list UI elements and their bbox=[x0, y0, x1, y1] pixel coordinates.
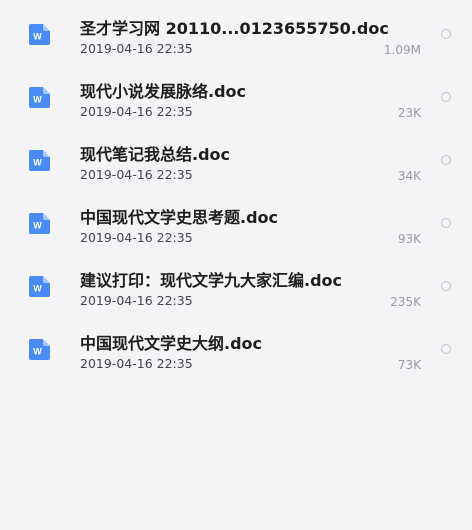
file-row[interactable]: W 中国现代文学史大纲.doc 2019-04-16 22:35 73K bbox=[0, 315, 472, 378]
file-name: 现代小说发展脉络.doc bbox=[80, 82, 247, 101]
file-size: 235K bbox=[390, 295, 421, 309]
select-radio[interactable] bbox=[441, 281, 451, 291]
file-name: 圣才学习网 20110...0123655750.doc bbox=[80, 19, 389, 38]
word-doc-icon-letter: W bbox=[33, 284, 42, 294]
word-doc-icon-letter: W bbox=[33, 95, 42, 105]
file-date: 2019-04-16 22:35 bbox=[80, 104, 193, 119]
file-name: 中国现代文学史大纲.doc bbox=[80, 334, 263, 353]
word-doc-icon: W bbox=[29, 24, 50, 45]
file-size: 93K bbox=[397, 232, 421, 246]
select-radio[interactable] bbox=[441, 218, 451, 228]
file-row[interactable]: W 现代笔记我总结.doc 2019-04-16 22:35 34K bbox=[0, 126, 472, 189]
file-row[interactable]: W 现代小说发展脉络.doc 2019-04-16 22:35 23K bbox=[0, 63, 472, 126]
select-radio[interactable] bbox=[441, 155, 451, 165]
file-date: 2019-04-16 22:35 bbox=[80, 167, 193, 182]
select-radio[interactable] bbox=[441, 344, 451, 354]
file-size: 1.09M bbox=[383, 43, 421, 57]
word-doc-icon: W bbox=[29, 87, 50, 108]
file-name: 现代笔记我总结.doc bbox=[80, 145, 231, 164]
word-doc-icon: W bbox=[29, 213, 50, 234]
file-date: 2019-04-16 22:35 bbox=[80, 230, 193, 245]
word-doc-icon-letter: W bbox=[33, 32, 42, 42]
word-doc-icon-letter: W bbox=[33, 221, 42, 231]
file-size: 73K bbox=[397, 358, 421, 372]
word-doc-icon-letter: W bbox=[33, 347, 42, 357]
word-doc-icon: W bbox=[29, 276, 50, 297]
file-size: 23K bbox=[397, 106, 421, 120]
file-date: 2019-04-16 22:35 bbox=[80, 356, 193, 371]
file-row[interactable]: W 中国现代文学史思考题.doc 2019-04-16 22:35 93K bbox=[0, 189, 472, 252]
file-date: 2019-04-16 22:35 bbox=[80, 41, 193, 56]
file-name: 建议打印：现代文学九大家汇编.doc bbox=[80, 271, 343, 290]
word-doc-icon: W bbox=[29, 339, 50, 360]
word-doc-icon-letter: W bbox=[33, 158, 42, 168]
file-size: 34K bbox=[397, 169, 421, 183]
file-row[interactable]: W 圣才学习网 20110...0123655750.doc 2019-04-1… bbox=[0, 0, 472, 63]
select-radio[interactable] bbox=[441, 92, 451, 102]
file-date: 2019-04-16 22:35 bbox=[80, 293, 193, 308]
file-name: 中国现代文学史思考题.doc bbox=[80, 208, 279, 227]
file-row[interactable]: W 建议打印：现代文学九大家汇编.doc 2019-04-16 22:35 23… bbox=[0, 252, 472, 315]
word-doc-icon: W bbox=[29, 150, 50, 171]
file-list: W 圣才学习网 20110...0123655750.doc 2019-04-1… bbox=[0, 0, 472, 378]
select-radio[interactable] bbox=[441, 29, 451, 39]
